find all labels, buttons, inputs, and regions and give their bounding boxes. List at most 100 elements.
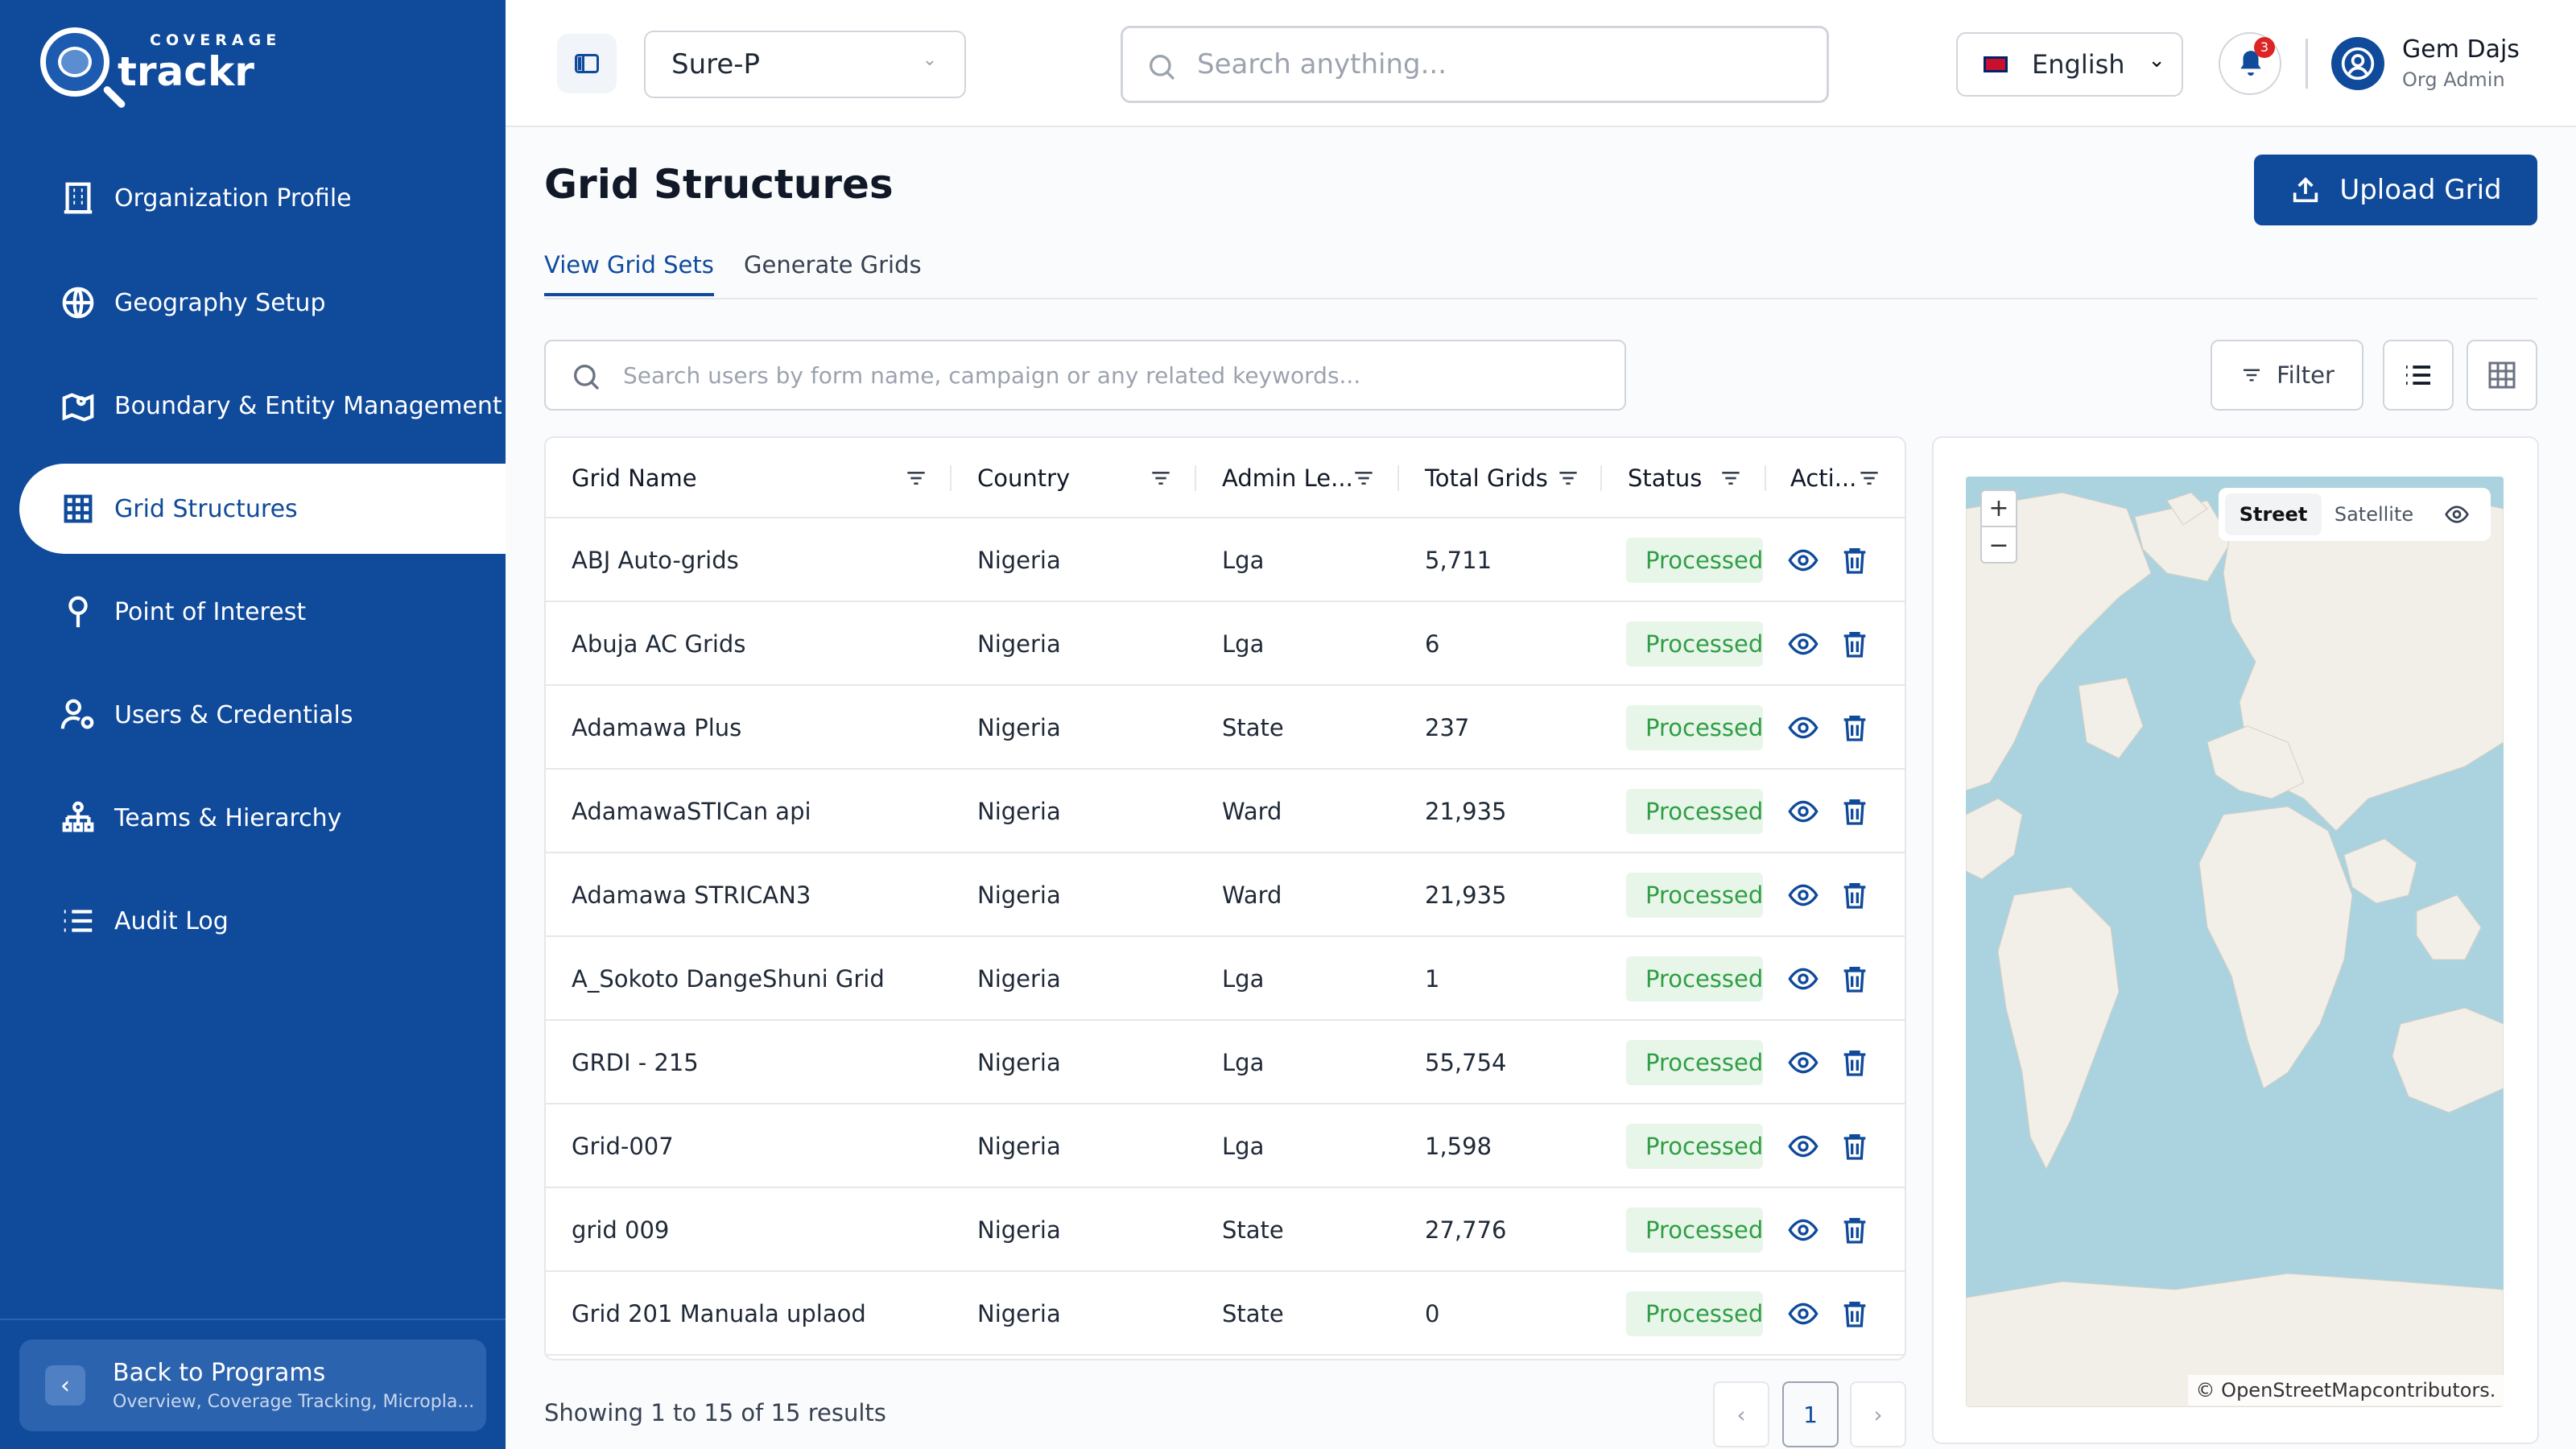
table-row[interactable]: Adamawa Plus Nigeria State 237 Processed bbox=[546, 686, 1905, 770]
tab-view-grid-sets[interactable]: View Grid Sets bbox=[544, 251, 714, 296]
status-badge: Processed bbox=[1626, 1040, 1763, 1085]
column-filter-icon[interactable] bbox=[1148, 465, 1174, 491]
program-select[interactable]: Sure-P ⌄ bbox=[644, 31, 966, 98]
grid-view-button[interactable] bbox=[2467, 340, 2537, 411]
column-filter-icon[interactable] bbox=[903, 465, 929, 491]
delete-trash-icon[interactable] bbox=[1839, 795, 1871, 828]
column-header-total-grids[interactable]: Total Grids bbox=[1425, 438, 1602, 518]
zoom-in-button[interactable]: + bbox=[1982, 491, 2016, 527]
upload-grid-button[interactable]: Upload Grid bbox=[2254, 155, 2537, 225]
zoom-out-button[interactable]: − bbox=[1982, 527, 2016, 564]
sidebar-item-label: Teams & Hierarchy bbox=[114, 803, 342, 832]
grid-sets-table: Grid Name Country Admin Le... Total Grid… bbox=[544, 436, 1906, 1360]
view-eye-icon[interactable] bbox=[1787, 795, 1819, 828]
table-row[interactable]: Grid 201 Manuala uplaod Nigeria State 0 Proc… bbox=[546, 1272, 1905, 1356]
sidebar-item-organization-profile[interactable]: Organization Profile bbox=[19, 153, 506, 243]
table-row[interactable]: Adamawa STRICAN3 Nigeria Ward 21,935 Process… bbox=[546, 853, 1905, 937]
column-label: Country bbox=[977, 464, 1071, 492]
delete-trash-icon[interactable] bbox=[1839, 963, 1871, 995]
eye-icon[interactable] bbox=[2444, 502, 2470, 527]
back-title: Back to Programs bbox=[113, 1359, 326, 1387]
sidebar-item-geography-setup[interactable]: Geography Setup bbox=[19, 258, 506, 348]
global-search-input[interactable]: Search anything... bbox=[1121, 26, 1829, 103]
view-eye-icon[interactable] bbox=[1787, 544, 1819, 576]
uk-flag-icon bbox=[1984, 56, 2008, 72]
language-select[interactable]: English ⌄ bbox=[1956, 32, 2183, 97]
delete-trash-icon[interactable] bbox=[1839, 628, 1871, 660]
delete-trash-icon[interactable] bbox=[1839, 1046, 1871, 1079]
next-page-button[interactable]: › bbox=[1850, 1381, 1906, 1447]
page-button[interactable]: 1 bbox=[1782, 1381, 1839, 1447]
cell-country: Nigeria bbox=[977, 1133, 1061, 1160]
column-filter-icon[interactable] bbox=[1718, 465, 1744, 491]
sidebar-item-point-of-interest[interactable]: Point of Interest bbox=[19, 567, 506, 657]
filter-label: Filter bbox=[2277, 361, 2334, 389]
map-pin-icon bbox=[62, 393, 94, 422]
column-header-admin-level[interactable]: Admin Le... bbox=[1222, 438, 1399, 518]
delete-trash-icon[interactable] bbox=[1839, 879, 1871, 911]
list-view-button[interactable] bbox=[2383, 340, 2454, 411]
tab-generate-grids[interactable]: Generate Grids bbox=[744, 251, 922, 293]
cell-total-grids: 5,711 bbox=[1425, 547, 1492, 574]
table-row[interactable]: grid 009 Nigeria State 27,776 Processed bbox=[546, 1188, 1905, 1272]
view-eye-icon[interactable] bbox=[1787, 712, 1819, 744]
map-zoom-control: + − bbox=[1980, 489, 2017, 564]
column-header-status[interactable]: Status bbox=[1628, 438, 1766, 518]
satellite-layer-button[interactable]: Satellite bbox=[2322, 493, 2426, 535]
column-header-country[interactable]: Country bbox=[977, 438, 1196, 518]
column-filter-icon[interactable] bbox=[1555, 465, 1581, 491]
table-row[interactable]: A_Sokoto DangeShuni Grid Nigeria Lga 1 Proce… bbox=[546, 937, 1905, 1021]
back-to-programs-button[interactable]: ‹ Back to Programs Overview, Coverage Tr… bbox=[19, 1340, 486, 1431]
cell-total-grids: 1,598 bbox=[1425, 1133, 1492, 1160]
table-row[interactable]: Abuja AC Grids Nigeria Lga 6 Processed bbox=[546, 602, 1905, 686]
sidebar-item-teams-hierarchy[interactable]: Teams & Hierarchy bbox=[19, 773, 506, 863]
table-row[interactable]: Grid-007 Nigeria Lga 1,598 Processed bbox=[546, 1104, 1905, 1188]
table-row[interactable]: GRDI - 215 Nigeria Lga 55,754 Processed bbox=[546, 1021, 1905, 1104]
filter-button[interactable]: Filter bbox=[2211, 340, 2363, 411]
cell-total-grids: 21,935 bbox=[1425, 798, 1507, 825]
delete-trash-icon[interactable] bbox=[1839, 544, 1871, 576]
street-layer-button[interactable]: Street bbox=[2225, 493, 2322, 535]
table-search-input[interactable]: Search users by form name, campaign or a… bbox=[544, 340, 1626, 411]
column-header-actions[interactable]: Acti... bbox=[1790, 438, 1905, 518]
cell-country: Nigeria bbox=[977, 1049, 1061, 1076]
delete-trash-icon[interactable] bbox=[1839, 1214, 1871, 1246]
sidebar-item-grid-structures[interactable]: Grid Structures bbox=[19, 464, 506, 554]
upload-grid-label: Upload Grid bbox=[2339, 174, 2502, 206]
view-eye-icon[interactable] bbox=[1787, 1214, 1819, 1246]
table-row[interactable]: ABJ Auto-grids Nigeria Lga 5,711 Processed bbox=[546, 518, 1905, 602]
world-map[interactable] bbox=[1966, 477, 2504, 1407]
top-header: Sure-P ⌄ Search anything... English ⌄ 3 … bbox=[506, 0, 2576, 127]
view-eye-icon[interactable] bbox=[1787, 1298, 1819, 1330]
view-eye-icon[interactable] bbox=[1787, 963, 1819, 995]
delete-trash-icon[interactable] bbox=[1839, 712, 1871, 744]
column-filter-icon[interactable] bbox=[1856, 465, 1882, 491]
delete-trash-icon[interactable] bbox=[1839, 1298, 1871, 1330]
column-header-grid-name[interactable]: Grid Name bbox=[572, 438, 952, 518]
view-eye-icon[interactable] bbox=[1787, 879, 1819, 911]
sidebar-toggle-button[interactable] bbox=[557, 34, 617, 93]
sidebar-item-users-credentials[interactable]: Users & Credentials bbox=[19, 670, 506, 760]
osm-link[interactable]: © OpenStreetMap bbox=[2196, 1379, 2372, 1402]
user-gear-icon bbox=[60, 699, 94, 729]
sidebar-item-audit-log[interactable]: Audit Log bbox=[19, 876, 506, 966]
list-icon bbox=[64, 910, 93, 932]
view-eye-icon[interactable] bbox=[1787, 628, 1819, 660]
cell-total-grids: 0 bbox=[1425, 1300, 1440, 1327]
delete-trash-icon[interactable] bbox=[1839, 1130, 1871, 1162]
sidebar-item-label: Organization Profile bbox=[114, 184, 352, 213]
brand-logo[interactable]: COVERAGE trackr bbox=[40, 27, 281, 97]
program-select-value: Sure-P bbox=[671, 48, 761, 80]
global-search-placeholder: Search anything... bbox=[1197, 48, 1447, 80]
cell-grid-name: Adamawa STRICAN3 bbox=[572, 881, 811, 909]
notifications-button[interactable]: 3 bbox=[2219, 32, 2281, 95]
sidebar-item-boundary-entity-management[interactable]: Boundary & Entity Management bbox=[19, 361, 506, 451]
table-row[interactable]: AdamawaSTICan api Nigeria Ward 21,935 Proces… bbox=[546, 770, 1905, 853]
previous-page-button[interactable]: ‹ bbox=[1713, 1381, 1769, 1447]
cell-country: Nigeria bbox=[977, 1216, 1061, 1244]
view-eye-icon[interactable] bbox=[1787, 1046, 1819, 1079]
view-eye-icon[interactable] bbox=[1787, 1130, 1819, 1162]
avatar[interactable] bbox=[2331, 37, 2384, 90]
user-info[interactable]: Gem Dajs Org Admin bbox=[2402, 35, 2520, 91]
column-filter-icon[interactable] bbox=[1351, 465, 1377, 491]
